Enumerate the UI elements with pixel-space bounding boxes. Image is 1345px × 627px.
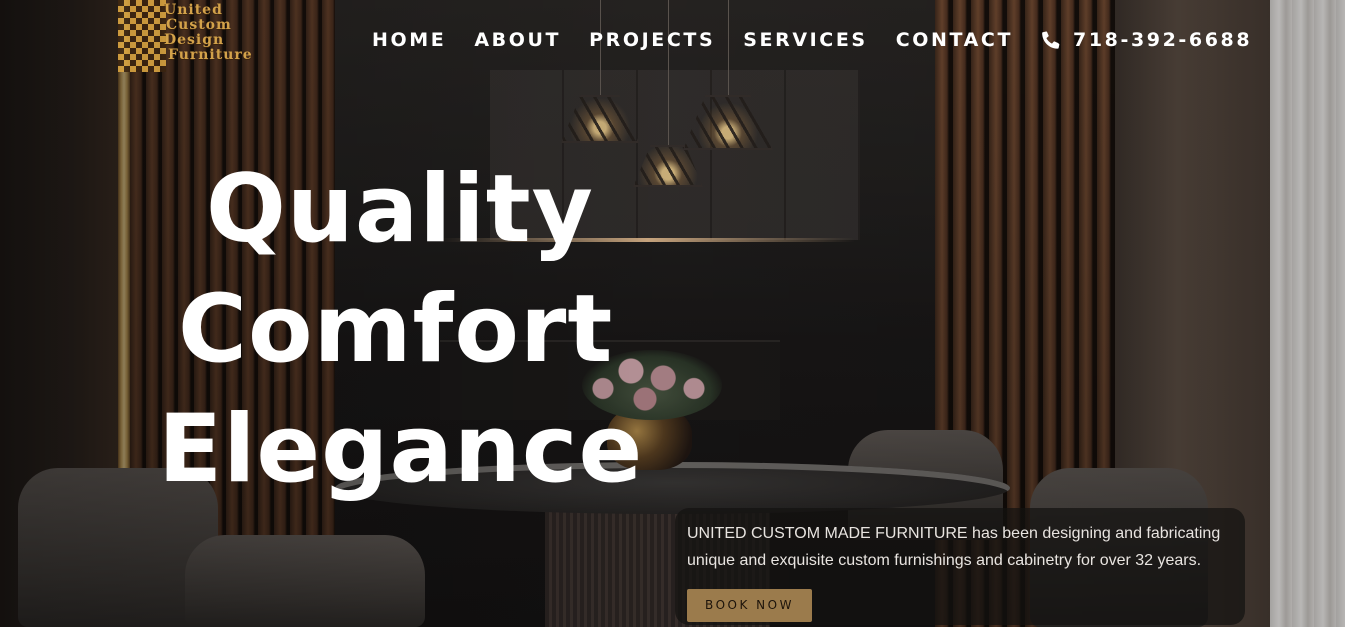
phone-icon <box>1042 31 1060 49</box>
nav-projects-link[interactable]: PROJECTS <box>589 29 715 51</box>
book-now-button[interactable]: BOOK NOW <box>687 589 812 622</box>
nav-home-link[interactable]: HOME <box>372 29 446 51</box>
hero-headline: Quality Comfort Elegance <box>150 150 670 510</box>
nav-contact-link[interactable]: CONTACT <box>896 29 1013 51</box>
site-logo[interactable]: United Custom Design Furniture <box>118 0 270 72</box>
logo-wordmark: United Custom Design Furniture <box>164 2 253 63</box>
nav-about-link[interactable]: ABOUT <box>474 29 561 51</box>
hero-line-comfort: Comfort <box>178 275 614 384</box>
nav-phone-link[interactable]: 718-392-6688 <box>1041 29 1252 51</box>
main-navigation: HOME ABOUT PROJECTS SERVICES CONTACT 718… <box>372 26 1250 54</box>
nav-services-link[interactable]: SERVICES <box>743 29 867 51</box>
hero-description: UNITED CUSTOM MADE FURNITURE has been de… <box>687 525 1221 569</box>
logo-checker-mark <box>118 0 166 72</box>
phone-number: 718-392-6688 <box>1073 29 1253 51</box>
hero-line-quality: Quality <box>206 155 594 264</box>
hero-line-elegance: Elegance <box>158 395 644 504</box>
hero-info-card: UNITED CUSTOM MADE FURNITURE has been de… <box>675 508 1245 625</box>
